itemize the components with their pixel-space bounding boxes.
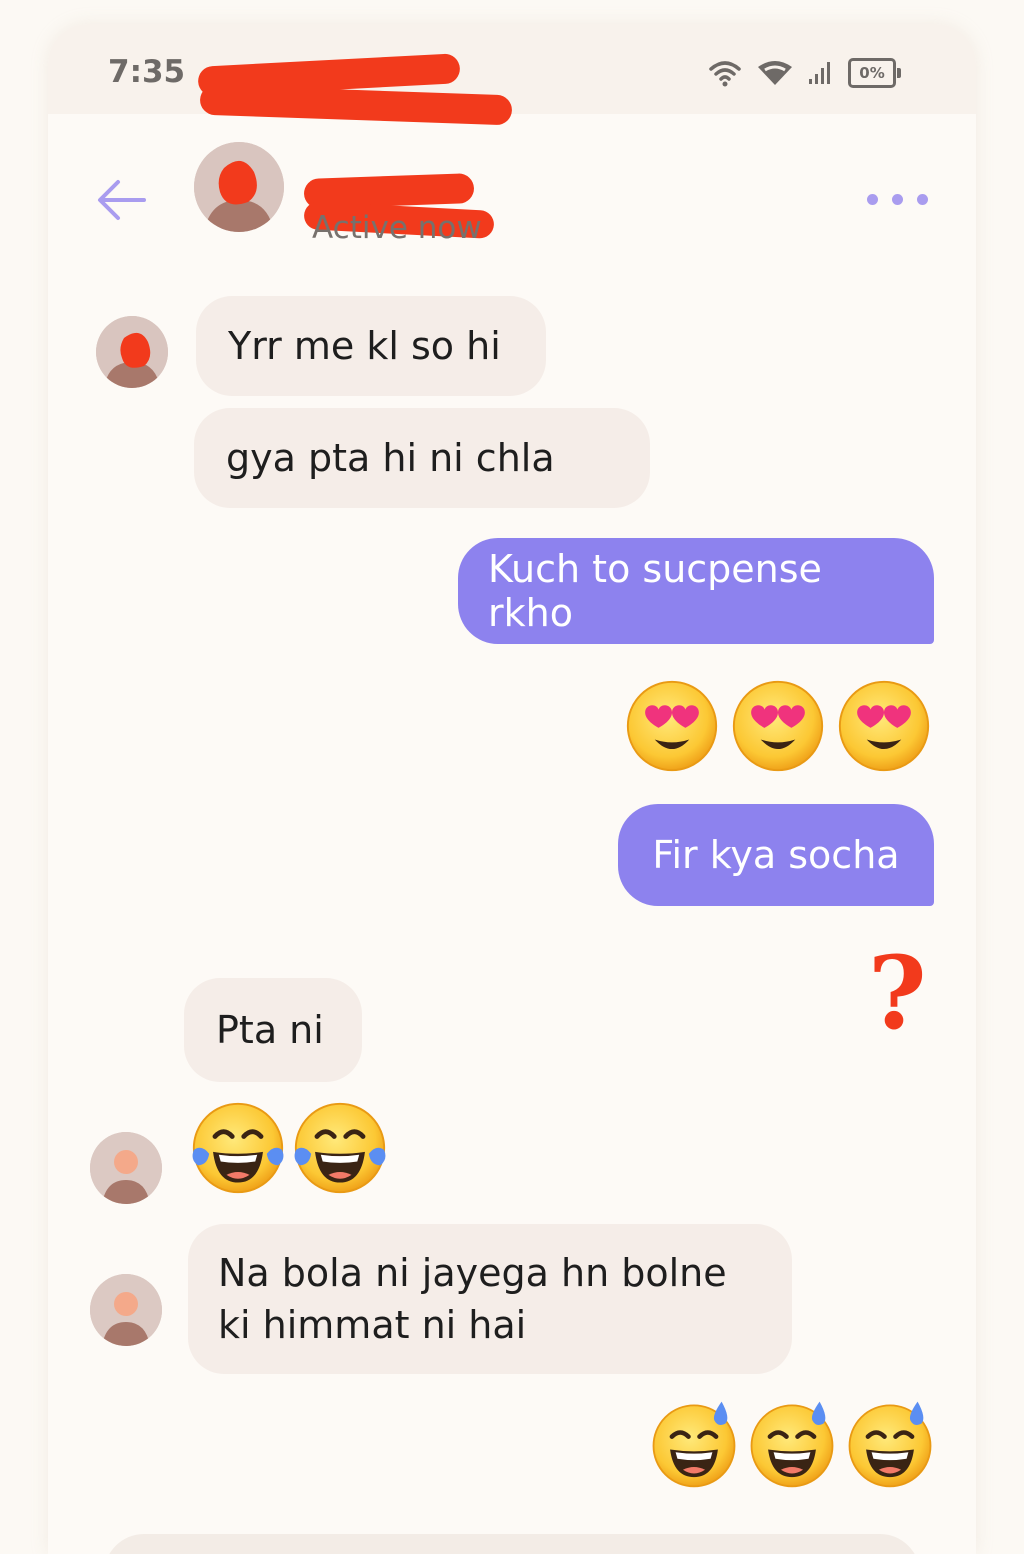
signal-icon	[809, 62, 830, 84]
heart-eyes-emoji-icon	[836, 678, 932, 774]
tears-of-joy-emoji-icon	[292, 1100, 388, 1196]
status-icons: 0%	[708, 58, 901, 88]
message-input-edge[interactable]	[104, 1534, 920, 1554]
incoming-message[interactable]: Pta ni	[184, 978, 362, 1082]
emoji-reaction-row	[624, 678, 932, 774]
incoming-message[interactable]: Yrr me kl so hi	[196, 296, 546, 396]
emoji-reaction-row	[190, 1100, 388, 1196]
dot-icon	[867, 194, 878, 205]
heart-eyes-emoji-icon	[730, 678, 826, 774]
question-mark-annotation: ?	[868, 934, 927, 1052]
chat-screen: 7:35 0% Active now Yrr me kl so hi gya p…	[48, 24, 976, 1554]
redaction-mark	[199, 84, 513, 126]
contact-avatar[interactable]	[194, 142, 284, 232]
dot-icon	[917, 194, 928, 205]
contact-avatar-small[interactable]	[90, 1274, 162, 1346]
sweat-smile-emoji-icon	[844, 1398, 936, 1490]
incoming-message[interactable]: Na bola ni jayega hn bolne ki himmat ni …	[188, 1224, 792, 1374]
status-bar: 7:35 0%	[48, 24, 976, 126]
outgoing-message[interactable]: Kuch to sucpense rkho	[458, 538, 934, 644]
contact-avatar-small[interactable]	[96, 316, 168, 388]
chat-header: Active now	[48, 134, 976, 264]
arrow-left-icon	[98, 180, 146, 220]
status-time: 7:35	[108, 54, 186, 90]
heart-eyes-emoji-icon	[624, 678, 720, 774]
emoji-reaction-row	[648, 1398, 936, 1490]
back-button[interactable]	[92, 170, 152, 230]
wifi-icon	[709, 61, 741, 87]
tears-of-joy-emoji-icon	[190, 1100, 286, 1196]
incoming-message[interactable]: gya pta hi ni chla	[194, 408, 650, 508]
active-status: Active now	[312, 210, 482, 246]
sweat-smile-emoji-icon	[746, 1398, 838, 1490]
outgoing-message[interactable]: Fir kya socha	[618, 804, 934, 906]
dot-icon	[892, 194, 903, 205]
more-options-button[interactable]	[867, 194, 928, 205]
sweat-smile-emoji-icon	[648, 1398, 740, 1490]
contact-avatar-small[interactable]	[90, 1132, 162, 1204]
battery-icon: 0%	[848, 58, 901, 88]
wifi-hotspot-icon	[758, 61, 792, 85]
